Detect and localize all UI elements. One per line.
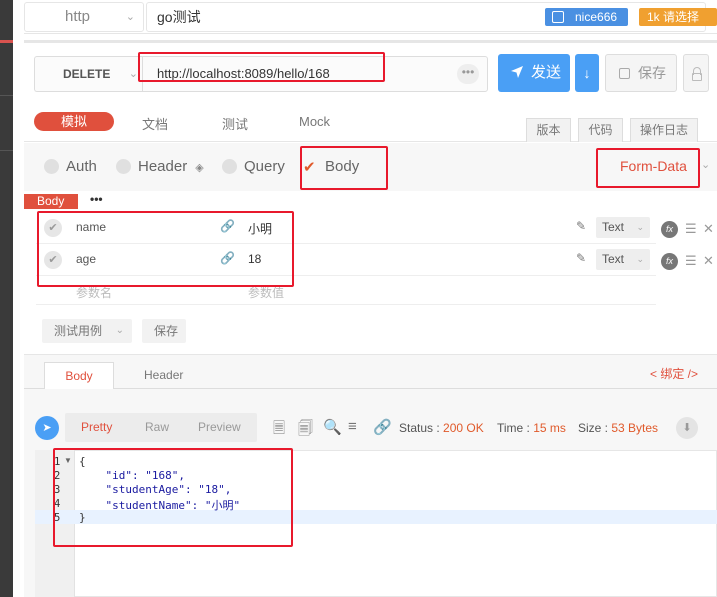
pencil-icon[interactable]: ✎ [576,219,586,233]
save-label: 保存 [638,65,666,81]
chevron-down-icon: ⌄ [125,11,135,23]
drag-handle-icon[interactable]: ☰ [685,253,697,269]
response-tab-body[interactable]: Body [44,362,114,389]
select-prefix: 1k [647,10,660,24]
send-dropdown-button[interactable]: ↓ [575,54,599,92]
annotation-box-params [37,211,294,287]
response-tab-header[interactable]: Header [144,368,183,382]
lock-icon-body [692,73,702,81]
time-label: Time : [497,421,530,435]
time-value: 15 ms [533,421,566,435]
annotation-box-url [138,52,385,82]
size-info: Size : 53 Bytes [578,421,658,435]
tab-docs[interactable]: 文档 [142,114,168,133]
more-icon[interactable]: ••• [457,64,479,84]
param-tab-label: Auth [66,158,97,175]
left-panel-edge [0,0,13,597]
tab-test[interactable]: 测试 [222,114,248,133]
lock-button[interactable] [683,54,709,92]
view-tab-preview[interactable]: Preview [198,420,241,434]
size-label: Size : [578,421,609,435]
divider [24,388,717,389]
radio-icon [222,159,237,174]
param-tab-header[interactable]: Header ◈ [116,158,204,175]
tab-version[interactable]: 版本 [526,118,571,142]
chevron-down-icon: ⌄ [701,159,711,171]
wrap-icon[interactable]: ≡ [348,418,357,435]
divider [36,304,656,305]
save-request-button[interactable]: 保存 [605,54,677,92]
more-icon[interactable]: ••• [90,192,103,206]
left-panel-marker [0,40,13,43]
param-type-value: Text [602,252,625,266]
tab-mock[interactable]: Mock [299,114,330,129]
tab-simulate[interactable]: 模拟 [34,112,114,131]
cube-icon: ◈ [195,162,204,174]
param-type-value: Text [602,220,625,234]
refresh-doc-icon[interactable]: 🗏 [273,418,285,443]
send-icon[interactable]: ➤ [35,416,59,440]
arrow-down-icon: ↓ [583,65,591,81]
save-case-button[interactable]: 保存 [142,319,186,343]
param-tab-label: Header [138,158,188,175]
user-icon [552,11,564,23]
pencil-icon[interactable]: ✎ [576,251,586,265]
radio-icon [116,159,131,174]
protocol-select[interactable]: http ⌄ [24,2,144,32]
close-icon[interactable]: ✕ [703,253,714,269]
annotation-box-body-tab [300,146,388,190]
test-case-button[interactable]: 测试用例 ⌄ [42,319,132,343]
download-icon[interactable]: ⬇ [676,417,698,439]
status-label: Status : [399,421,440,435]
select-button[interactable]: 1k 请选择 [639,8,717,26]
method-value: DELETE [63,67,111,81]
bind-link[interactable]: < 绑定 /> [650,365,698,382]
drag-handle-icon[interactable]: ☰ [685,221,697,237]
link-icon[interactable]: 🔗 [373,418,392,436]
chevron-down-icon: ⌄ [115,325,124,336]
annotation-box-form-data [596,148,700,188]
select-label: 请选择 [663,10,700,24]
user-name: nice666 [575,10,618,24]
close-icon[interactable]: ✕ [703,221,714,237]
tab-operation-log[interactable]: 操作日志 [630,118,698,142]
chevron-down-icon: ⌄ [128,68,138,80]
paper-plane-icon [511,66,523,78]
status-info: Status : 200 OK [399,421,484,435]
send-label: 发送 [531,64,562,81]
method-select[interactable]: DELETE ⌄ [34,56,142,92]
copy-icon[interactable]: 🗐 [298,418,313,443]
save-icon [619,68,630,79]
user-badge[interactable]: nice666 [545,8,628,26]
view-tab-raw[interactable]: Raw [145,420,169,434]
test-case-label: 测试用例 [54,324,103,338]
param-type-select[interactable]: Text ⌄ [596,249,650,270]
fx-icon[interactable]: fx [661,221,678,238]
param-tab-query[interactable]: Query [222,158,285,175]
search-doc-icon[interactable]: 🔍 [323,418,342,436]
param-tab-auth[interactable]: Auth [44,158,97,175]
size-value: 53 Bytes [611,421,659,435]
left-panel-divider [0,95,13,96]
radio-icon [44,159,59,174]
chevron-down-icon: ⌄ [636,222,644,232]
body-label: Body [24,194,78,209]
chevron-down-icon: ⌄ [636,254,644,264]
time-info: Time : 15 ms [497,421,566,435]
tab-code[interactable]: 代码 [578,118,623,142]
separator [24,40,717,43]
param-type-select[interactable]: Text ⌄ [596,217,650,238]
left-panel-divider [0,150,13,151]
status-value: 200 OK [443,421,484,435]
view-tab-pretty[interactable]: Pretty [81,420,112,434]
annotation-box-response [53,448,293,547]
fx-icon[interactable]: fx [661,253,678,270]
send-button[interactable]: 发送 [498,54,570,92]
protocol-value: http [65,8,91,25]
param-tab-label: Query [244,158,285,175]
